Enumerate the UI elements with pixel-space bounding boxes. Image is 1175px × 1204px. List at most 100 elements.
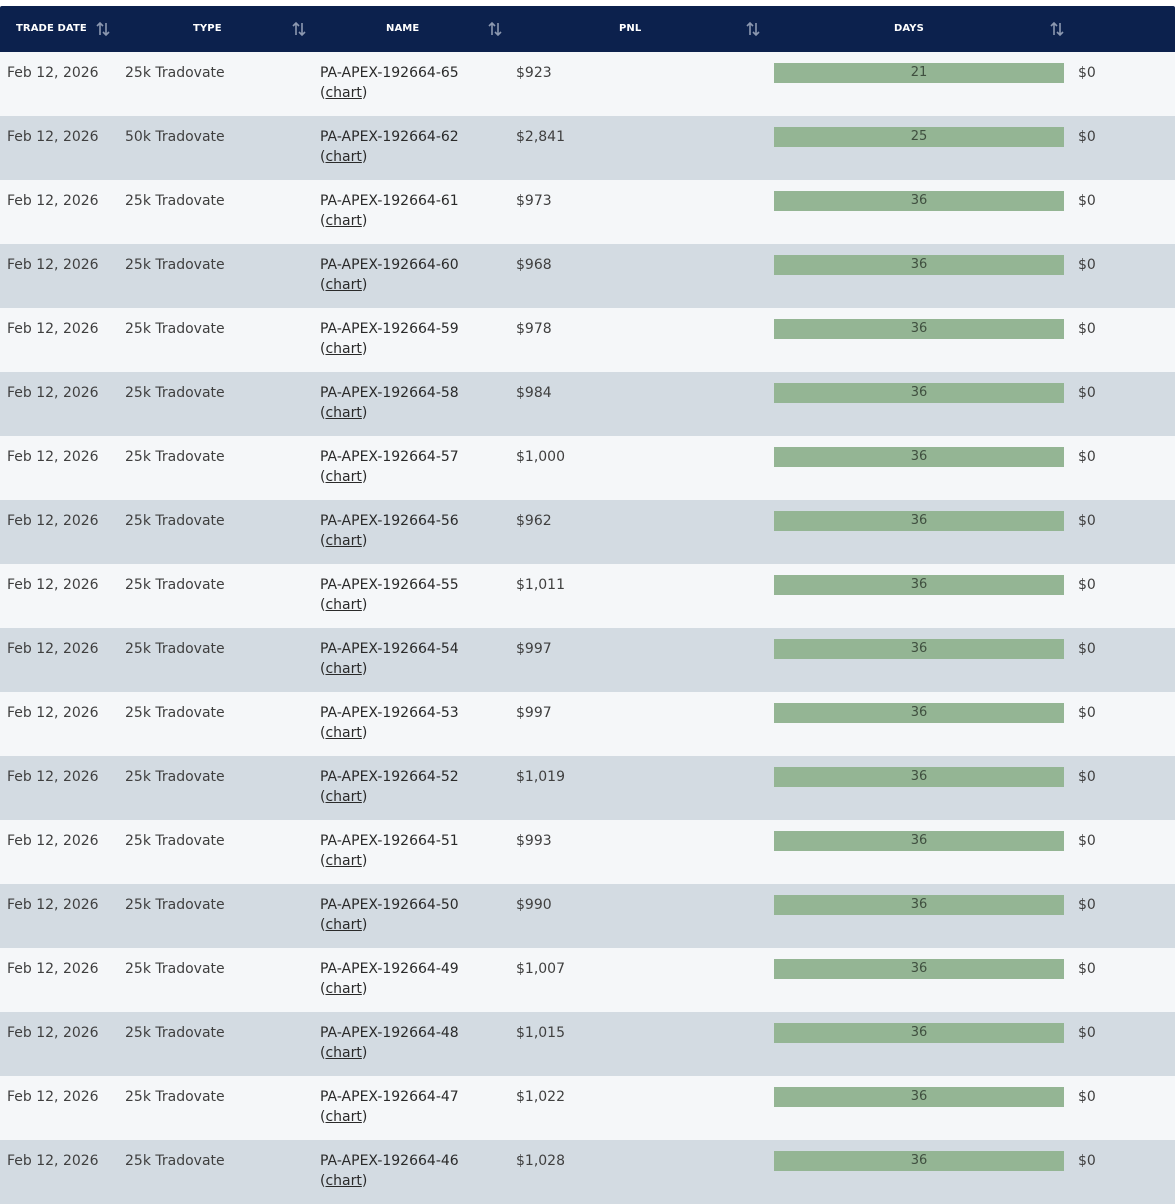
chart-link[interactable]: chart xyxy=(325,1109,361,1125)
type-cell: 25k Tradovate xyxy=(125,65,225,81)
name-cell: PA-APEX-192664-48 (chart) xyxy=(320,1023,459,1063)
days-bar: 36 xyxy=(774,383,1064,403)
paren-close: ) xyxy=(361,213,368,229)
table-row: Feb 12, 2026 25k Tradovate PA-APEX-192664-… xyxy=(0,948,1175,1012)
name-cell: PA-APEX-192664-61 (chart) xyxy=(320,191,459,231)
chart-link[interactable]: chart xyxy=(325,789,361,805)
account-name: PA-APEX-192664-54 xyxy=(320,641,459,657)
table-row: Feb 12, 2026 25k Tradovate PA-APEX-192664-… xyxy=(0,820,1175,884)
trailing-value-cell: $0 xyxy=(1078,385,1096,401)
chart-link-wrapper: (chart) xyxy=(320,467,459,487)
chart-link[interactable]: chart xyxy=(325,85,361,101)
header-pnl[interactable]: PNL xyxy=(619,6,641,52)
pnl-cell: $923 xyxy=(516,65,552,81)
trailing-value-cell: $0 xyxy=(1078,577,1096,593)
paren-close: ) xyxy=(361,469,368,485)
pnl-cell: $1,022 xyxy=(516,1089,565,1105)
chart-link-wrapper: (chart) xyxy=(320,339,459,359)
name-cell: PA-APEX-192664-50 (chart) xyxy=(320,895,459,935)
chart-link[interactable]: chart xyxy=(325,213,361,229)
chart-link[interactable]: chart xyxy=(325,917,361,933)
chart-link[interactable]: chart xyxy=(325,469,361,485)
type-cell: 25k Tradovate xyxy=(125,257,225,273)
paren-close: ) xyxy=(361,149,368,165)
days-bar-fill: 36 xyxy=(774,959,1064,979)
chart-link[interactable]: chart xyxy=(325,661,361,677)
chart-link-wrapper: (chart) xyxy=(320,979,459,999)
table-row: Feb 12, 2026 25k Tradovate PA-APEX-192664-… xyxy=(0,628,1175,692)
type-cell: 25k Tradovate xyxy=(125,1025,225,1041)
chart-link-wrapper: (chart) xyxy=(320,787,459,807)
days-bar-fill: 36 xyxy=(774,1023,1064,1043)
chart-link-wrapper: (chart) xyxy=(320,403,459,423)
trailing-value-cell: $0 xyxy=(1078,321,1096,337)
type-cell: 50k Tradovate xyxy=(125,129,225,145)
chart-link[interactable]: chart xyxy=(325,597,361,613)
days-bar: 36 xyxy=(774,575,1064,595)
header-days[interactable]: DAYS xyxy=(894,6,924,52)
chart-link[interactable]: chart xyxy=(325,1045,361,1061)
sort-arrows-icon[interactable] xyxy=(745,21,761,37)
header-name[interactable]: NAME xyxy=(386,6,419,52)
trailing-value-cell: $0 xyxy=(1078,257,1096,273)
trailing-value-cell: $0 xyxy=(1078,897,1096,913)
trailing-value-cell: $0 xyxy=(1078,769,1096,785)
pnl-cell: $1,028 xyxy=(516,1153,565,1169)
days-bar: 36 xyxy=(774,191,1064,211)
days-bar: 36 xyxy=(774,831,1064,851)
account-name: PA-APEX-192664-65 xyxy=(320,65,459,81)
table-row: Feb 12, 2026 25k Tradovate PA-APEX-192664-… xyxy=(0,884,1175,948)
trade-date-cell: Feb 12, 2026 xyxy=(7,641,99,657)
chart-link-wrapper: (chart) xyxy=(320,851,459,871)
paren-close: ) xyxy=(361,85,368,101)
chart-link[interactable]: chart xyxy=(325,853,361,869)
name-cell: PA-APEX-192664-53 (chart) xyxy=(320,703,459,743)
trade-date-cell: Feb 12, 2026 xyxy=(7,897,99,913)
chart-link[interactable]: chart xyxy=(325,341,361,357)
type-cell: 25k Tradovate xyxy=(125,321,225,337)
header-trade-date[interactable]: TRADE DATE xyxy=(16,6,87,52)
name-cell: PA-APEX-192664-46 (chart) xyxy=(320,1151,459,1191)
name-cell: PA-APEX-192664-60 (chart) xyxy=(320,255,459,295)
table-header: TRADE DATE TYPE NAME PNL DAYS xyxy=(0,6,1175,52)
chart-link-wrapper: (chart) xyxy=(320,659,459,679)
type-cell: 25k Tradovate xyxy=(125,449,225,465)
chart-link-wrapper: (chart) xyxy=(320,595,459,615)
table-row: Feb 12, 2026 25k Tradovate PA-APEX-192664-… xyxy=(0,756,1175,820)
chart-link[interactable]: chart xyxy=(325,149,361,165)
days-bar-fill: 36 xyxy=(774,1087,1064,1107)
table-row: Feb 12, 2026 25k Tradovate PA-APEX-192664-… xyxy=(0,180,1175,244)
chart-link[interactable]: chart xyxy=(325,405,361,421)
chart-link[interactable]: chart xyxy=(325,1173,361,1189)
chart-link-wrapper: (chart) xyxy=(320,211,459,231)
pnl-cell: $1,019 xyxy=(516,769,565,785)
paren-close: ) xyxy=(361,725,368,741)
trailing-value-cell: $0 xyxy=(1078,1153,1096,1169)
account-name: PA-APEX-192664-51 xyxy=(320,833,459,849)
sort-arrows-icon[interactable] xyxy=(95,21,111,37)
trailing-value-cell: $0 xyxy=(1078,129,1096,145)
days-bar: 36 xyxy=(774,959,1064,979)
name-cell: PA-APEX-192664-49 (chart) xyxy=(320,959,459,999)
chart-link[interactable]: chart xyxy=(325,533,361,549)
days-bar-fill: 36 xyxy=(774,191,1064,211)
table-row: Feb 12, 2026 25k Tradovate PA-APEX-192664-… xyxy=(0,52,1175,116)
table-row: Feb 12, 2026 25k Tradovate PA-APEX-192664-… xyxy=(0,244,1175,308)
sort-arrows-icon[interactable] xyxy=(1049,21,1065,37)
chart-link-wrapper: (chart) xyxy=(320,915,459,935)
table-row: Feb 12, 2026 25k Tradovate PA-APEX-192664-… xyxy=(0,1140,1175,1204)
name-cell: PA-APEX-192664-51 (chart) xyxy=(320,831,459,871)
header-type[interactable]: TYPE xyxy=(193,6,222,52)
days-bar-fill: 36 xyxy=(774,895,1064,915)
sort-arrows-icon[interactable] xyxy=(291,21,307,37)
account-name: PA-APEX-192664-46 xyxy=(320,1153,459,1169)
table-row: Feb 12, 2026 25k Tradovate PA-APEX-192664-… xyxy=(0,692,1175,756)
account-name: PA-APEX-192664-57 xyxy=(320,449,459,465)
name-cell: PA-APEX-192664-59 (chart) xyxy=(320,319,459,359)
days-bar: 36 xyxy=(774,511,1064,531)
pnl-cell: $993 xyxy=(516,833,552,849)
chart-link[interactable]: chart xyxy=(325,277,361,293)
sort-arrows-icon[interactable] xyxy=(487,21,503,37)
chart-link[interactable]: chart xyxy=(325,725,361,741)
chart-link[interactable]: chart xyxy=(325,981,361,997)
